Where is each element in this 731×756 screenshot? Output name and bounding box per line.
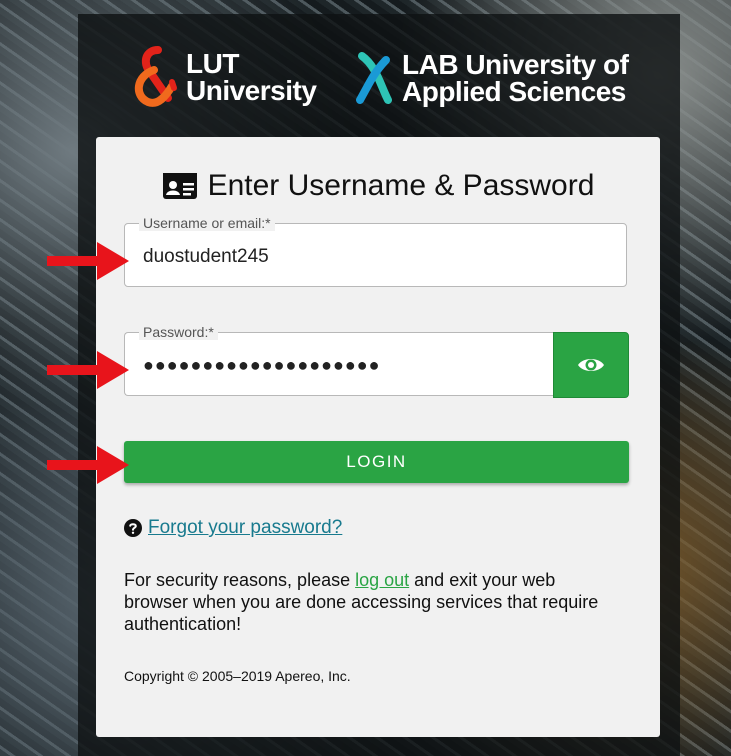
username-value[interactable]: duostudent245 (143, 246, 269, 268)
show-password-button[interactable] (553, 332, 629, 398)
logo-bar: LUT University LAB University of Applied… (78, 40, 680, 120)
lab-logo-line2: Applied Sciences (402, 76, 626, 107)
forgot-password-link[interactable]: Forgot your password? (148, 517, 342, 539)
password-label: Password:* (139, 324, 218, 340)
lut-logo-text: LUT University (186, 48, 317, 106)
notice-text-before: For security reasons, please (124, 570, 356, 590)
question-circle-icon (124, 519, 142, 537)
id-card-icon (162, 173, 197, 199)
copyright-text: Copyright © 2005–2019 Apereo, Inc. (124, 668, 351, 684)
lut-logo-line2: University (186, 75, 317, 106)
login-button[interactable]: LOGIN (124, 441, 629, 483)
eye-icon (578, 359, 604, 371)
password-value[interactable]: ●●●●●●●●●●●●●●●●●●●● (143, 355, 380, 376)
password-field[interactable]: Password:* ●●●●●●●●●●●●●●●●●●●● (124, 324, 554, 396)
username-field[interactable]: Username or email:* duostudent245 (124, 215, 627, 287)
lut-ampersand-icon (135, 46, 177, 107)
login-card: Enter Username & Password Username or em… (96, 137, 660, 737)
lab-university-logo: LAB University of Applied Sciences (354, 49, 629, 107)
lab-logo-text: LAB University of Applied Sciences (402, 49, 629, 107)
red-arrow-icon (47, 242, 129, 280)
lut-logo-line1: LUT (186, 48, 239, 79)
lab-x-icon (356, 52, 392, 104)
forgot-password-row: Forgot your password? (124, 517, 342, 539)
logout-link[interactable]: log out (355, 570, 409, 590)
red-arrow-icon (47, 351, 129, 389)
red-arrow-icon (47, 446, 129, 484)
login-title-text: Enter Username & Password (207, 169, 595, 202)
lut-university-logo: LUT University (128, 46, 317, 108)
login-title: Enter Username & Password (96, 169, 660, 203)
lab-logo-line1: LAB University of (402, 49, 629, 80)
security-notice: For security reasons, please log out and… (124, 569, 624, 635)
username-label: Username or email:* (139, 215, 275, 231)
